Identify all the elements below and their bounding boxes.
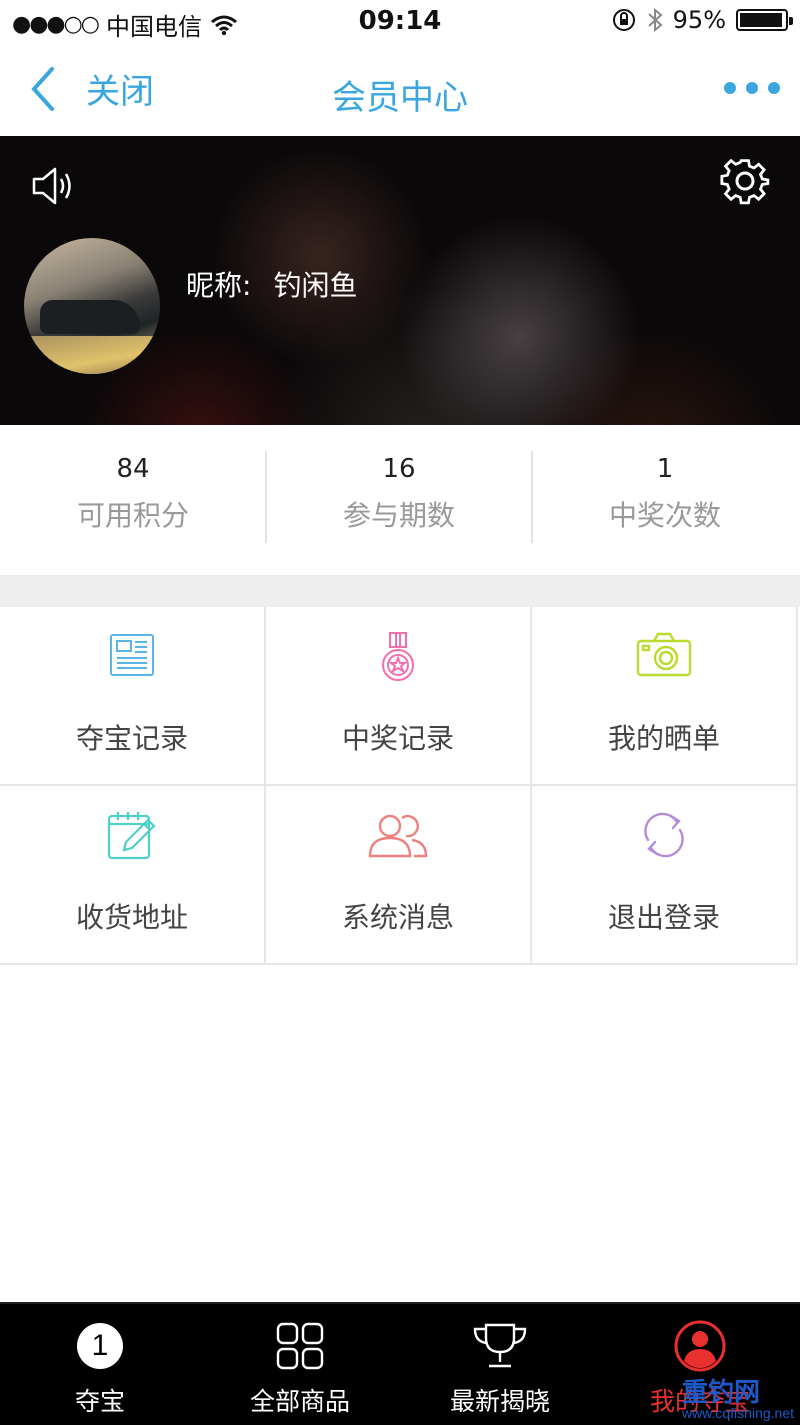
menu-label: 中奖记录 [341,722,454,755]
battery-icon [736,9,793,31]
tab-label: 全部商品 [249,1387,350,1416]
notepad-edit-icon [107,812,156,860]
tab-label: 最新揭晓 [449,1387,550,1416]
page-title: 会员中心 [332,78,468,118]
menu-label: 退出登录 [607,901,720,934]
menu-item-address[interactable]: 收货地址 [0,786,266,965]
stat-rounds[interactable]: 16 参与期数 [266,450,532,545]
stat-value: 16 [382,454,416,484]
menu-item-logout[interactable]: 退出登录 [532,786,798,965]
stat-label: 参与期数 [342,499,455,532]
stat-value: 1 [656,454,674,484]
orientation-lock-icon [612,9,635,31]
navigation-bar: 关闭 会员中心 [0,44,800,136]
status-bar: ●●●○○ 中国电信 09:14 95% [0,0,800,44]
speaker-icon[interactable] [30,164,78,208]
watermark-url: www.cqfishing.net [681,1405,794,1421]
menu-item-messages[interactable]: 系统消息 [266,786,532,965]
menu-label: 夺宝记录 [75,722,188,755]
gear-icon[interactable] [720,156,770,206]
section-divider [0,575,800,607]
tab-bar: 1 夺宝 全部商品 最新揭晓 我的夺宝 [0,1302,800,1425]
stats-row: 84 可用积分 16 参与期数 1 中奖次数 [0,425,800,575]
record-list-icon [110,634,154,676]
grid-icon [276,1322,324,1370]
stat-value: 84 [116,454,150,484]
stat-wins[interactable]: 1 中奖次数 [532,450,798,545]
battery-percent: 95% [672,6,726,34]
users-icon [368,814,428,858]
profile-banner: 昵称: 钓闲鱼 [0,136,800,425]
refresh-icon [644,812,684,858]
menu-label: 我的晒单 [607,722,720,755]
tab-treasure[interactable]: 1 夺宝 [0,1318,200,1418]
nickname-row: 昵称: 钓闲鱼 [186,264,357,304]
menu-item-shares[interactable]: 我的晒单 [532,607,798,786]
user-profile-icon [674,1320,726,1372]
avatar[interactable] [24,238,160,374]
tab-label: 夺宝 [74,1387,125,1416]
menu-item-wins[interactable]: 中奖记录 [266,607,532,786]
nickname-label: 昵称: [186,269,252,302]
menu-label: 系统消息 [341,901,454,934]
trophy-icon [473,1323,527,1368]
medal-icon [382,632,414,681]
watermark: 重钓网 www.cqfishing.net [682,1372,794,1421]
tab-latest-results[interactable]: 最新揭晓 [400,1318,600,1418]
menu-label: 收货地址 [75,901,188,934]
nickname-value: 钓闲鱼 [273,269,358,302]
stat-label: 可用积分 [76,499,189,532]
menu-grid: 夺宝记录 中奖记录 我的晒单 收货地址 系统消息 退出登录 [0,607,800,965]
number-one-icon: 1 [77,1323,123,1369]
more-dots-icon[interactable] [724,82,780,94]
stat-label: 中奖次数 [608,499,721,532]
bluetooth-icon [647,7,663,33]
camera-icon [636,632,692,677]
tab-all-products[interactable]: 全部商品 [200,1318,400,1418]
stat-points[interactable]: 84 可用积分 [0,450,266,545]
menu-item-records[interactable]: 夺宝记录 [0,607,266,786]
watermark-text: 重钓网 [681,1377,760,1407]
